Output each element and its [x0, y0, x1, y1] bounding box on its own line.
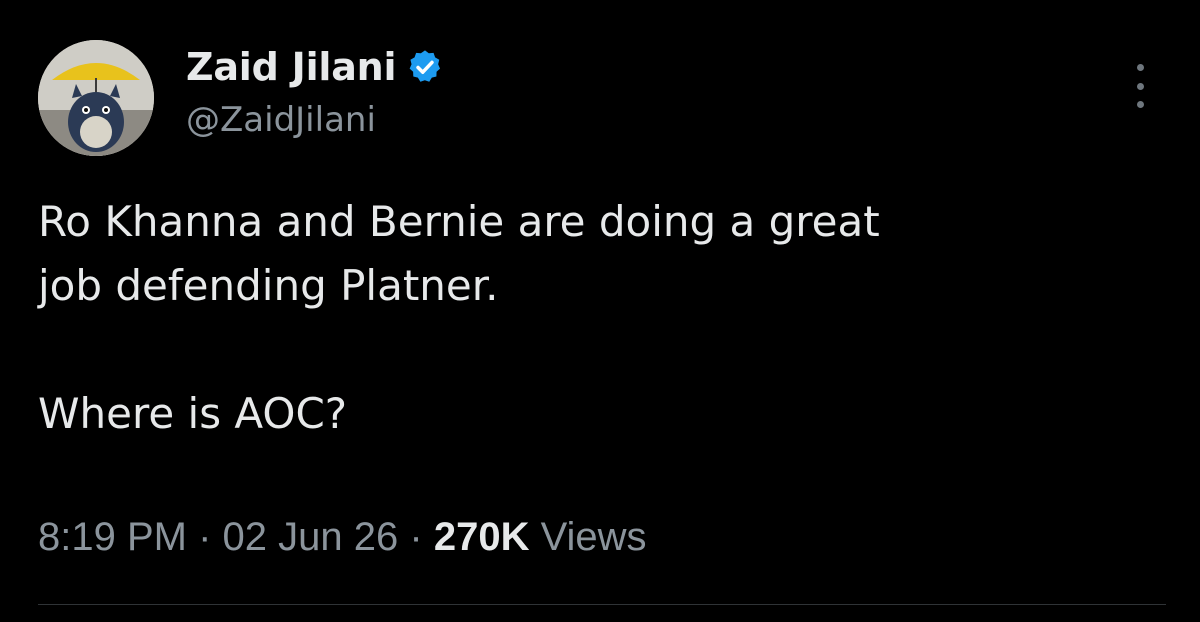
tweet-text: Ro Khanna and Bernie are doing a great j… — [38, 190, 1168, 446]
verified-badge-icon — [406, 48, 444, 86]
views-count[interactable]: 270K — [434, 515, 530, 559]
tweet-text-line: job defending Platner. — [38, 261, 499, 310]
more-vertical-icon[interactable] — [1128, 64, 1152, 108]
tweet-text-line: Ro Khanna and Bernie are doing a great — [38, 197, 880, 246]
avatar[interactable] — [38, 40, 154, 156]
tweet-text-line: Where is AOC? — [38, 389, 348, 438]
tweet-time[interactable]: 8:19 PM — [38, 515, 187, 559]
name-row: Zaid Jilani — [186, 42, 444, 92]
display-name[interactable]: Zaid Jilani — [186, 45, 397, 89]
avatar-image — [38, 40, 154, 156]
divider — [38, 604, 1166, 605]
more-dot — [1136, 64, 1144, 71]
tweet-meta: 8:19 PM · 02 Jun 26 · 270K Views — [38, 515, 647, 560]
meta-separator: · — [198, 515, 212, 559]
more-dot — [1136, 101, 1144, 108]
more-dot — [1136, 82, 1144, 90]
tweet-date[interactable]: 02 Jun 26 — [223, 515, 399, 559]
handle[interactable]: @ZaidJilani — [186, 100, 444, 140]
views-label: Views — [540, 515, 647, 559]
meta-separator: · — [409, 515, 423, 559]
tweet: Zaid Jilani @ZaidJilani Ro Khanna and Be… — [0, 0, 1200, 622]
author-info: Zaid Jilani @ZaidJilani — [186, 42, 444, 140]
